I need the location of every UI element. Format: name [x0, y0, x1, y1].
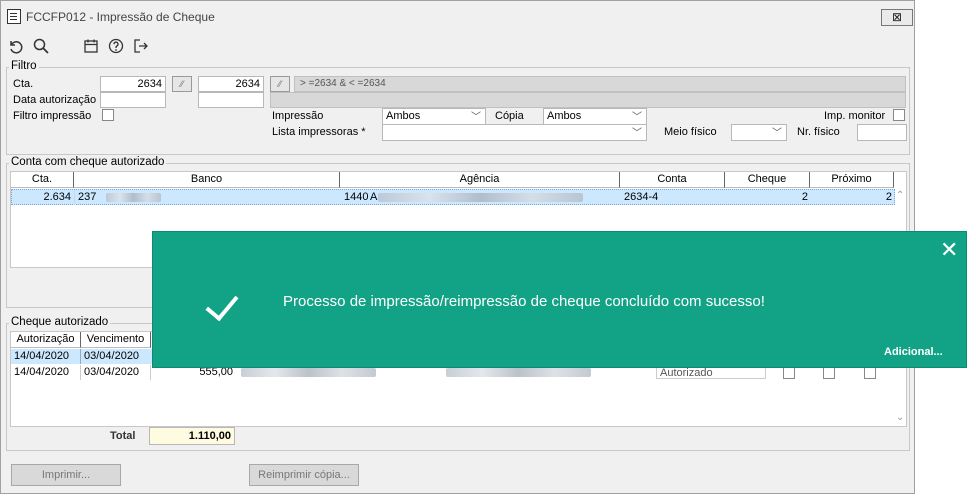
cell-cta: 2.634 — [12, 190, 75, 205]
col-header-vencimento[interactable]: Vencimento — [81, 332, 151, 348]
col-header-conta[interactable]: Conta — [620, 172, 725, 188]
scroll-down-icon[interactable]: ⌄ — [896, 412, 904, 423]
cell-proximo: 2 — [885, 191, 892, 203]
row-checkbox[interactable] — [823, 367, 835, 379]
col-header-autorizacao[interactable]: Autorização — [11, 332, 81, 348]
redacted-agencia-name — [378, 193, 583, 202]
toast-message: Processo de impressão/reimpressão de che… — [283, 293, 765, 310]
cell-autorizacao: 14/04/2020 — [11, 365, 81, 380]
data-to-input[interactable] — [198, 92, 264, 108]
lista-impressoras-label: Lista impressoras * — [272, 126, 366, 138]
total-value: 1.110,00 — [149, 427, 235, 445]
redacted-historico — [446, 368, 591, 377]
scroll-up-icon[interactable]: ⌃ — [896, 190, 904, 201]
redacted-favorecido — [241, 368, 376, 377]
filter-legend: Filtro — [9, 60, 39, 72]
copia-select[interactable]: Ambos ﹀ — [543, 108, 647, 125]
cell-cheque: 2 — [801, 191, 808, 203]
window-title: FCCFP012 - Impressão de Cheque — [26, 10, 215, 24]
toolbar — [1, 33, 914, 59]
cta-to-input[interactable]: 2634 — [198, 76, 264, 92]
col-header-agencia[interactable]: Agência — [340, 172, 620, 188]
imprimir-button[interactable]: Imprimir... — [11, 464, 121, 486]
cta-to-lookup-button[interactable]: ⁄⁄ — [270, 76, 290, 92]
conta-legend: Conta com cheque autorizado — [9, 156, 167, 168]
data-autorizacao-label: Data autorização — [13, 94, 97, 106]
exit-icon[interactable] — [132, 37, 150, 55]
meio-fisico-label: Meio físico — [664, 126, 717, 138]
col-header-proximo[interactable]: Próximo — [810, 172, 894, 188]
checkmark-icon — [205, 286, 239, 322]
chevron-down-icon: ﹀ — [471, 112, 481, 123]
chevron-down-icon: ﹀ — [632, 112, 642, 123]
data-expression-field — [270, 92, 906, 108]
filtro-impressao-label: Filtro impressão — [13, 110, 92, 122]
imp-monitor-checkbox[interactable] — [893, 109, 905, 121]
cell-conta: 2634-4 — [624, 191, 659, 203]
cell-autorizacao: 14/04/2020 — [11, 349, 81, 364]
close-button[interactable]: ⊠ — [881, 9, 913, 26]
chevron-down-icon: ﹀ — [632, 128, 642, 139]
row-checkbox[interactable] — [864, 367, 876, 379]
cell-vencimento: 03/04/2020 — [81, 365, 151, 380]
impressao-label: Impressão — [272, 110, 324, 122]
undo-icon[interactable] — [6, 37, 24, 55]
lista-impressoras-select[interactable]: ﹀ — [382, 124, 647, 141]
col-header-banco[interactable]: Banco — [74, 172, 340, 188]
total-label: Total — [110, 430, 136, 442]
filtro-impressao-checkbox[interactable] — [102, 109, 114, 121]
table-row[interactable]: 2.634 237 1440 A 2634-4 2 2 — [11, 189, 895, 205]
success-toast: Processo de impressão/reimpressão de che… — [152, 231, 967, 368]
search-icon[interactable] — [32, 37, 50, 55]
cta-lookup-button[interactable]: ⁄⁄ — [172, 76, 192, 92]
close-icon[interactable]: ✕ — [940, 237, 958, 263]
impressao-select[interactable]: Ambos ﹀ — [382, 108, 486, 125]
cta-label: Cta. — [13, 78, 34, 90]
cta-expression-field: > =2634 & < =2634 — [294, 76, 906, 92]
chevron-down-icon: ﹀ — [772, 128, 782, 139]
redacted-banco-name — [106, 193, 161, 202]
col-header-cheque[interactable]: Cheque — [725, 172, 810, 188]
cell-vencimento: 03/04/2020 — [84, 350, 140, 362]
cta-from-input[interactable]: 2634 — [100, 76, 166, 92]
toast-details-link[interactable]: Adicional... — [884, 346, 943, 358]
data-from-input[interactable] — [100, 92, 166, 108]
copia-label: Cópia — [495, 110, 524, 122]
nr-fisico-label: Nr. físico — [797, 126, 840, 138]
nr-fisico-input[interactable] — [857, 124, 907, 141]
meio-fisico-select[interactable]: ﹀ — [731, 124, 787, 141]
cheque-legend: Cheque autorizado — [9, 316, 111, 328]
row-checkbox[interactable] — [783, 367, 795, 379]
imp-monitor-label: Imp. monitor — [824, 110, 886, 122]
col-header-cta[interactable]: Cta. — [11, 172, 74, 188]
help-icon[interactable] — [107, 37, 125, 55]
copia-value: Ambos — [547, 110, 582, 122]
impressao-value: Ambos — [386, 110, 421, 122]
document-icon — [7, 9, 21, 24]
reimprimir-copia-button[interactable]: Reimprimir cópia... — [249, 464, 359, 486]
title-bar: FCCFP012 - Impressão de Cheque ⊠ — [1, 1, 914, 29]
calendar-icon[interactable] — [82, 37, 100, 55]
